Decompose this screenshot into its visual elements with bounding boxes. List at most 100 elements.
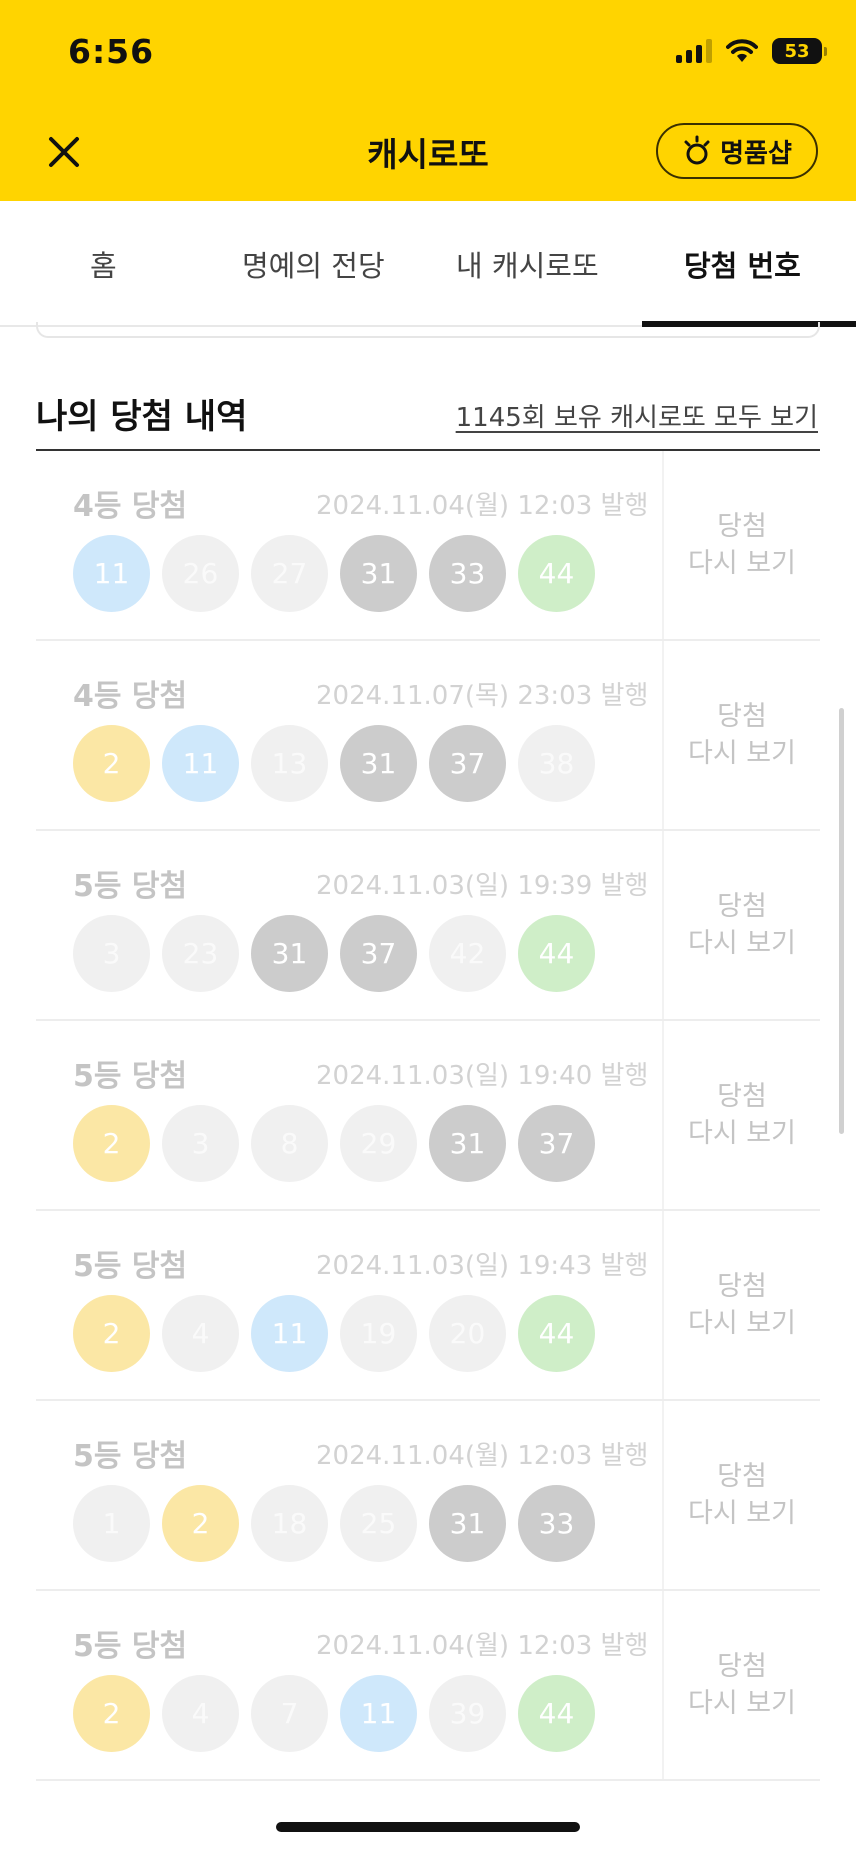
section-title: 나의 당첨 내역 — [36, 397, 248, 437]
prize-rank: 5등 당첨 — [73, 869, 188, 904]
number-ball: 44 — [518, 1295, 595, 1372]
cellular-signal-icon — [676, 39, 712, 63]
number-ball: 33 — [518, 1485, 595, 1562]
status-time: 6:56 — [68, 32, 155, 71]
number-ball: 31 — [340, 535, 417, 612]
wifi-icon — [726, 39, 758, 62]
number-ball: 3 — [73, 915, 150, 992]
number-ball: 26 — [162, 535, 239, 612]
recheck-button[interactable]: 당첨다시 보기 — [662, 1401, 820, 1589]
win-history-list: 4등 당첨 2024.11.04(월) 12:03 발행 11 26 27 31 33 44 당… — [36, 451, 820, 1781]
prize-rank: 5등 당첨 — [73, 1439, 188, 1474]
issue-date: 2024.11.03(일) 19:39 발행 — [316, 871, 649, 901]
number-ball: 42 — [429, 915, 506, 992]
recheck-label-line1: 당첨 — [717, 1461, 767, 1492]
list-item: 5등 당첨 2024.11.04(월) 12:03 발행 1 2 18 25 31 33 당첨다… — [36, 1401, 820, 1591]
lotto-numbers: 2 3 8 29 31 37 — [73, 1105, 595, 1182]
number-ball: 11 — [340, 1675, 417, 1752]
prize-rank: 5등 당첨 — [73, 1629, 188, 1664]
prize-rank: 5등 당첨 — [73, 1249, 188, 1284]
top-app-bar: 6:56 53 캐시로또 명품샵 — [0, 0, 856, 201]
lotto-numbers: 2 4 11 19 20 44 — [73, 1295, 595, 1372]
tab-hall-of-fame[interactable]: 명예의 전당 — [242, 243, 385, 285]
number-ball: 11 — [73, 535, 150, 612]
tab-my-cashlotto[interactable]: 내 캐시로또 — [456, 243, 599, 285]
issue-date: 2024.11.04(월) 12:03 발행 — [316, 1631, 649, 1661]
number-ball: 2 — [73, 1105, 150, 1182]
list-item: 5등 당첨 2024.11.03(일) 19:40 발행 2 3 8 29 31 37 당첨 다시… — [36, 1021, 820, 1211]
recheck-label-line2: 다시 보기 — [688, 1688, 796, 1719]
issue-date: 2024.11.04(월) 12:03 발행 — [316, 491, 649, 521]
recheck-button[interactable]: 당첨다시 보기 — [662, 451, 820, 639]
lotto-numbers: 2 11 13 31 37 38 — [73, 725, 595, 802]
view-all-link[interactable]: 1145회 보유 캐시로또 모두 보기 — [456, 397, 818, 434]
prize-rank: 4등 당첨 — [73, 679, 188, 714]
recheck-button[interactable]: 당첨다시 보기 — [662, 641, 820, 829]
number-ball: 2 — [162, 1485, 239, 1562]
number-ball: 1 — [73, 1485, 150, 1562]
number-ball: 7 — [251, 1675, 328, 1752]
tab-home[interactable]: 홈 — [90, 243, 117, 285]
number-ball: 27 — [251, 535, 328, 612]
list-item: 5등 당첨 2024.11.03(일) 19:43 발행 2 4 11 19 20 44 당첨 다… — [36, 1211, 820, 1401]
number-ball: 39 — [429, 1675, 506, 1752]
number-ball: 18 — [251, 1485, 328, 1562]
number-ball: 44 — [518, 1675, 595, 1752]
number-ball: 2 — [73, 1675, 150, 1752]
sun-icon — [684, 135, 710, 165]
recheck-label-line1: 당첨 — [717, 511, 767, 542]
recheck-label-line1: 당첨 — [717, 891, 767, 922]
issue-date: 2024.11.03(일) 19:43 발행 — [316, 1251, 649, 1281]
number-ball: 4 — [162, 1295, 239, 1372]
number-ball: 37 — [429, 725, 506, 802]
number-ball: 33 — [429, 535, 506, 612]
recheck-label-line2: 다시 보기 — [688, 928, 796, 959]
number-ball: 31 — [429, 1485, 506, 1562]
number-ball: 31 — [340, 725, 417, 802]
number-ball: 20 — [429, 1295, 506, 1372]
number-ball: 2 — [73, 1295, 150, 1372]
number-ball: 31 — [251, 915, 328, 992]
tab-winning-numbers[interactable]: 당첨 번호 — [684, 243, 801, 285]
prize-rank: 4등 당첨 — [73, 489, 188, 524]
number-ball: 19 — [340, 1295, 417, 1372]
number-ball: 25 — [340, 1485, 417, 1562]
recheck-button[interactable]: 당첨 다시 보기 — [662, 1021, 820, 1209]
number-ball: 8 — [251, 1105, 328, 1182]
lotto-numbers: 1 2 18 25 31 33 — [73, 1485, 595, 1562]
number-ball: 29 — [340, 1105, 417, 1182]
number-ball: 44 — [518, 915, 595, 992]
recheck-label-line2: 다시 보기 — [688, 1498, 796, 1529]
recheck-label-line1: 당첨 — [717, 1651, 767, 1682]
recheck-button[interactable]: 당첨다시 보기 — [662, 831, 820, 1019]
status-icons: 53 — [676, 38, 827, 64]
battery-icon: 53 — [772, 38, 827, 64]
number-ball: 11 — [162, 725, 239, 802]
recheck-label-line1: 당첨 — [717, 1271, 767, 1302]
number-ball: 3 — [162, 1105, 239, 1182]
recheck-label-line2: 다시 보기 — [688, 738, 796, 769]
tab-bar: 홈 명예의 전당 내 캐시로또 당첨 번호 — [0, 201, 856, 327]
number-ball: 44 — [518, 535, 595, 612]
luxury-shop-label: 명품샵 — [720, 138, 792, 169]
issue-date: 2024.11.04(월) 12:03 발행 — [316, 1441, 649, 1471]
lotto-numbers: 3 23 31 37 42 44 — [73, 915, 595, 992]
number-ball: 31 — [429, 1105, 506, 1182]
previous-card-edge — [36, 322, 820, 338]
luxury-shop-button[interactable]: 명품샵 — [656, 123, 818, 179]
list-item: 4등 당첨 2024.11.04(월) 12:03 발행 11 26 27 31 33 44 당… — [36, 451, 820, 641]
lotto-numbers: 11 26 27 31 33 44 — [73, 535, 595, 612]
recheck-label-line2: 다시 보기 — [688, 548, 796, 579]
number-ball: 37 — [340, 915, 417, 992]
list-item: 4등 당첨 2024.11.07(목) 23:03 발행 2 11 13 31 37 38 당첨… — [36, 641, 820, 831]
scrollbar[interactable] — [839, 708, 844, 1134]
recheck-label-line2: 다시 보기 — [688, 1118, 796, 1149]
issue-date: 2024.11.07(목) 23:03 발행 — [316, 681, 649, 711]
number-ball: 4 — [162, 1675, 239, 1752]
recheck-button[interactable]: 당첨다시 보기 — [662, 1591, 820, 1779]
list-item: 5등 당첨 2024.11.03(일) 19:39 발행 3 23 31 37 42 44 당첨… — [36, 831, 820, 1021]
prize-rank: 5등 당첨 — [73, 1059, 188, 1094]
recheck-button[interactable]: 당첨 다시 보기 — [662, 1211, 820, 1399]
number-ball: 38 — [518, 725, 595, 802]
recheck-label-line1: 당첨 — [717, 701, 767, 732]
